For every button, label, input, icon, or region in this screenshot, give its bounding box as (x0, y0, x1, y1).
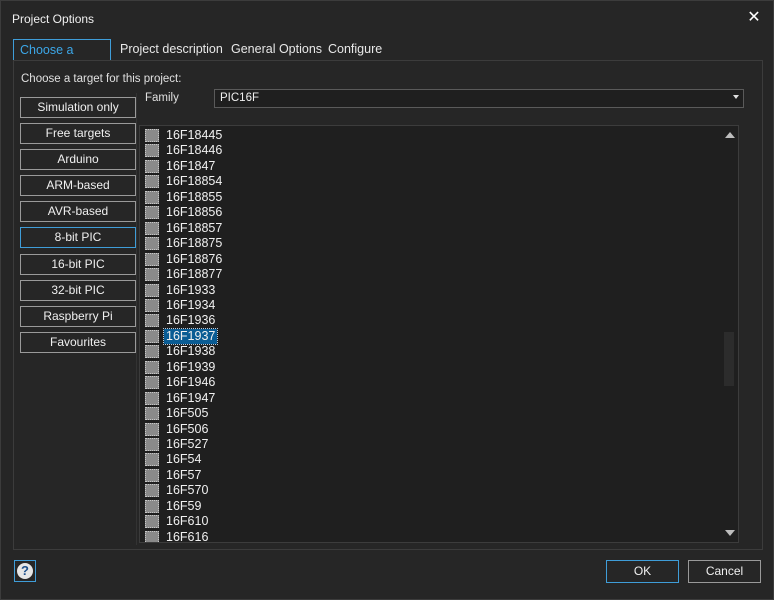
device-label: 16F18877 (166, 267, 223, 282)
device-label: 16F18875 (166, 236, 223, 251)
scrollbar-thumb[interactable] (724, 332, 734, 386)
category-arduino[interactable]: Arduino (20, 149, 136, 170)
chip-icon (145, 129, 159, 142)
category-avr-based[interactable]: AVR-based (20, 201, 136, 222)
device-label: 16F18854 (166, 174, 223, 189)
scroll-up-icon[interactable] (725, 132, 735, 138)
chip-icon (145, 468, 159, 482)
device-label: 16F1939 (166, 359, 216, 374)
device-label: 16F18855 (166, 189, 223, 204)
device-label: 16F527 (166, 437, 209, 451)
chip-icon (145, 530, 159, 542)
chip-icon (145, 175, 159, 189)
device-label: 16F505 (166, 406, 209, 421)
chip-icon (145, 345, 159, 359)
device-label: 16F54 (166, 452, 202, 467)
tab-choose-a-target[interactable]: Choose a Target (13, 39, 111, 77)
chip-icon (145, 268, 159, 282)
device-label: 16F18446 (166, 143, 223, 158)
device-label: 16F1946 (166, 375, 216, 390)
chip-icon (145, 422, 159, 436)
category-favourites[interactable]: Favourites (20, 332, 136, 353)
chip-icon (145, 407, 159, 421)
family-select[interactable]: PIC16F (214, 89, 744, 108)
chip-icon (145, 206, 159, 220)
tab-configure[interactable]: Configure (328, 39, 382, 61)
family-label: Family (145, 92, 179, 104)
device-label: 16F18876 (166, 251, 223, 266)
help-button[interactable]: ? (14, 560, 36, 582)
chevron-down-icon (733, 95, 739, 99)
chip-icon (145, 237, 159, 251)
cancel-button[interactable]: Cancel (688, 560, 761, 583)
chip-icon (145, 283, 159, 297)
family-select-value: PIC16F (220, 92, 259, 104)
chip-icon (145, 144, 159, 158)
chip-icon (145, 499, 159, 513)
device-label: 16F18445 (166, 128, 223, 142)
device-label: 16F1938 (166, 344, 216, 359)
device-label: 16F57 (166, 467, 202, 482)
device-label: 16F616 (166, 529, 209, 543)
device-label: 16F1933 (166, 282, 216, 297)
window-title: Project Options (12, 12, 95, 26)
tab-general-options[interactable]: General Options (231, 39, 322, 61)
device-label: 16F1947 (166, 390, 216, 405)
title-bar: Project Options ✕ (1, 1, 773, 37)
chip-icon (145, 221, 159, 235)
device-label: 16F610 (166, 514, 209, 529)
category-raspberry-pi[interactable]: Raspberry Pi (20, 306, 136, 327)
chip-icon (145, 159, 159, 173)
device-list-scrollbar[interactable] (722, 127, 737, 541)
help-icon: ? (17, 563, 33, 579)
chip-icon (145, 298, 159, 312)
tab-project-description[interactable]: Project description (120, 39, 223, 61)
device-label: 16F1934 (166, 297, 216, 312)
device-label: 16F506 (166, 421, 209, 436)
device-label: 16F59 (166, 498, 202, 513)
category-8-bit-pic[interactable]: 8-bit PIC (20, 227, 136, 248)
chip-icon (145, 391, 159, 405)
chip-icon (145, 515, 159, 529)
category-free-targets[interactable]: Free targets (20, 123, 136, 144)
category-16-bit-pic[interactable]: 16-bit PIC (20, 254, 136, 275)
device-label: 16F18857 (166, 220, 223, 235)
category-divider (136, 93, 137, 545)
device-label: 16F18856 (166, 205, 223, 220)
chip-icon (145, 314, 159, 328)
chip-icon (145, 453, 159, 467)
chip-icon (145, 252, 159, 266)
chip-icon (145, 484, 159, 498)
device-label: 16F1847 (166, 158, 216, 173)
project-options-dialog: Project Options ✕ Choose a Target Projec… (0, 0, 774, 600)
device-label: 16F570 (166, 483, 209, 498)
category-simulation-only[interactable]: Simulation only (20, 97, 136, 118)
category-arm-based[interactable]: ARM-based (20, 175, 136, 196)
ok-button[interactable]: OK (606, 560, 679, 583)
chip-icon (145, 190, 159, 204)
chip-icon (145, 360, 159, 374)
chip-icon (145, 438, 159, 451)
device-label: 16F1937 (162, 327, 219, 345)
chip-icon (145, 376, 159, 390)
chip-icon (145, 329, 159, 343)
close-icon[interactable]: ✕ (745, 9, 763, 27)
device-label: 16F1936 (166, 313, 216, 328)
device-list[interactable]: 16F18445 16F18446 16F1847 16F18854 16F18855 1… (139, 125, 739, 543)
scroll-down-icon[interactable] (725, 530, 735, 536)
choose-target-prompt: Choose a target for this project: (21, 73, 182, 85)
category-32-bit-pic[interactable]: 32-bit PIC (20, 280, 136, 301)
